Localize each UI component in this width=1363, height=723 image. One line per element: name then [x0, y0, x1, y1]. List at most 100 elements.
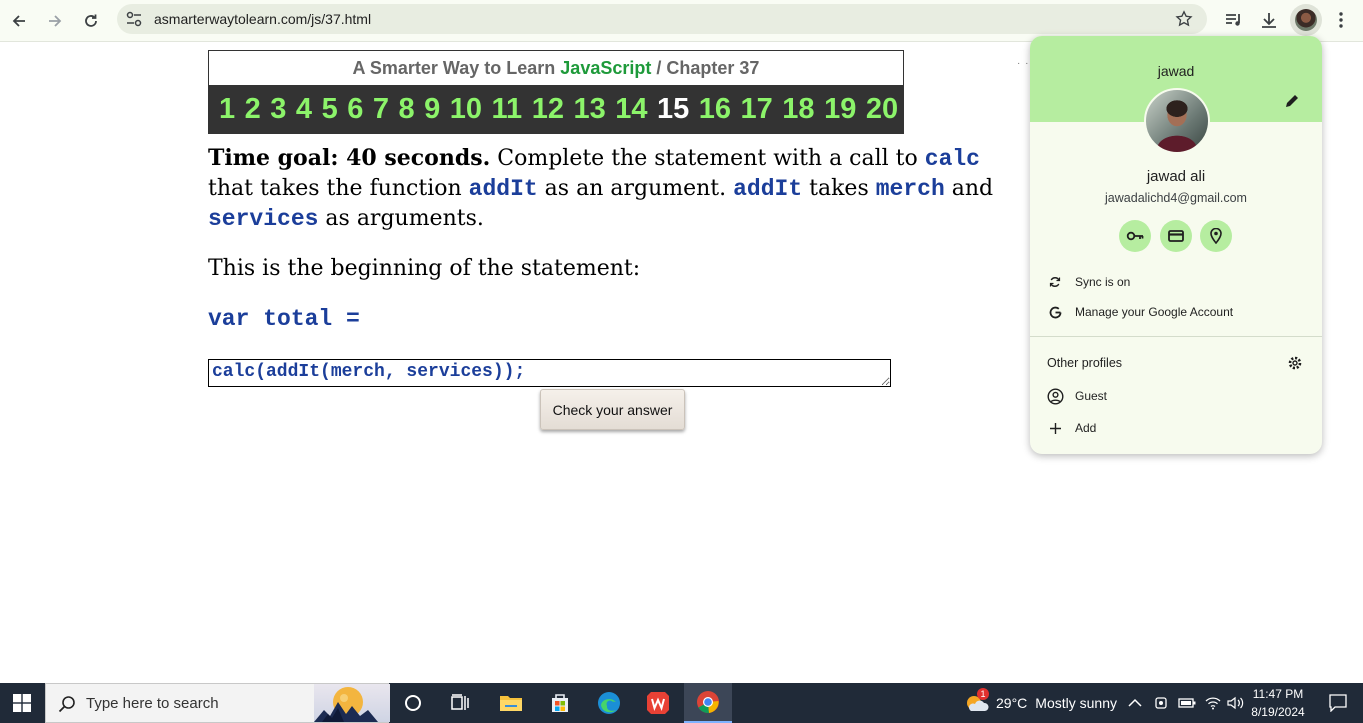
- profile-photo: [1144, 88, 1210, 154]
- meet-now-icon[interactable]: [1154, 695, 1168, 711]
- chapter-link[interactable]: 14: [615, 93, 647, 126]
- start-button[interactable]: [0, 683, 44, 723]
- key-icon: [1126, 231, 1144, 241]
- folder-icon: [500, 696, 522, 711]
- clock-date: 8/19/2024: [1251, 705, 1305, 719]
- add-profile-label: Add: [1075, 421, 1097, 435]
- manage-account-row[interactable]: Manage your Google Account: [1046, 300, 1306, 324]
- notifications-button[interactable]: [1318, 683, 1358, 723]
- reload-button[interactable]: [78, 8, 104, 34]
- other-profiles-heading: Other profiles: [1047, 356, 1123, 370]
- chapter-link[interactable]: 6: [347, 93, 363, 126]
- microsoft-store-button[interactable]: [536, 683, 584, 723]
- search-icon: [58, 696, 75, 713]
- instruction-text: takes: [802, 176, 876, 201]
- battery-icon[interactable]: [1178, 697, 1196, 709]
- sync-status-label: Sync is on: [1075, 275, 1131, 289]
- temperature: 29°C: [996, 695, 1028, 711]
- gear-icon[interactable]: [1286, 354, 1304, 372]
- weather-icon: 1: [965, 688, 989, 715]
- code-services: services: [208, 206, 319, 232]
- instruction-text: as arguments.: [318, 206, 484, 231]
- windows-logo-icon: [13, 694, 31, 712]
- forward-button[interactable]: [42, 8, 68, 34]
- url-text[interactable]: asmarterwaytolearn.com/js/37.html: [154, 11, 371, 27]
- chapter-link[interactable]: 18: [782, 93, 814, 126]
- chapter-link[interactable]: 4: [296, 93, 312, 126]
- time-goal: Time goal: 40 seconds.: [208, 145, 491, 171]
- chapter-link[interactable]: 2: [245, 93, 261, 126]
- sync-status-row[interactable]: Sync is on: [1046, 270, 1306, 294]
- wifi-icon[interactable]: [1205, 696, 1221, 710]
- site-info-icon[interactable]: [125, 11, 143, 27]
- location-icon: [1210, 228, 1222, 244]
- notification-icon: [1329, 694, 1347, 712]
- chapter-link[interactable]: 10: [450, 93, 482, 126]
- chapter-link[interactable]: 19: [824, 93, 856, 126]
- manage-account-label: Manage your Google Account: [1075, 305, 1234, 319]
- chapter-link[interactable]: 16: [699, 93, 731, 126]
- profile-full-name: jawad ali: [1146, 168, 1206, 185]
- address-bar[interactable]: asmarterwaytolearn.com/js/37.html: [117, 4, 1207, 34]
- chapter-title-separator: /: [656, 58, 662, 78]
- check-answer-button[interactable]: Check your answer: [540, 389, 685, 430]
- statement-start-code: var total =: [208, 306, 360, 332]
- chrome-taskbar-button[interactable]: [684, 683, 732, 723]
- chapter-link-current[interactable]: 15: [657, 93, 689, 126]
- guest-profile-row[interactable]: Guest: [1046, 384, 1306, 408]
- bookmark-star-icon[interactable]: [1175, 10, 1193, 28]
- guest-label: Guest: [1075, 389, 1108, 403]
- instruction-text: and: [944, 176, 994, 201]
- downloads-button[interactable]: [1257, 8, 1281, 32]
- sync-icon: [1046, 273, 1064, 291]
- edge-button[interactable]: [585, 683, 633, 723]
- system-tray: [1128, 683, 1245, 723]
- task-view-button[interactable]: [437, 683, 485, 723]
- chapter-link[interactable]: 13: [573, 93, 605, 126]
- code-calc: calc: [924, 146, 980, 172]
- reload-icon: [85, 14, 97, 27]
- add-profile-row[interactable]: Add: [1046, 416, 1306, 440]
- chapter-link[interactable]: 9: [424, 93, 440, 126]
- profile-email: jawadalichd4@gmail.com: [1105, 191, 1247, 205]
- wps-office-button[interactable]: [634, 683, 682, 723]
- chapter-link[interactable]: 7: [373, 93, 389, 126]
- file-explorer-button[interactable]: [487, 683, 535, 723]
- browser-menu-button[interactable]: [1329, 8, 1353, 32]
- addresses-button[interactable]: [1200, 220, 1232, 252]
- google-g-icon: [1046, 303, 1064, 321]
- avatar: [1295, 9, 1317, 31]
- taskbar-search[interactable]: Type here to search: [45, 683, 390, 723]
- download-icon: [1262, 13, 1276, 28]
- code-addit: addIt: [733, 176, 803, 202]
- chapter-link[interactable]: 3: [270, 93, 286, 126]
- chapter-link[interactable]: 11: [492, 93, 523, 126]
- back-button[interactable]: [6, 8, 32, 34]
- answer-textarea[interactable]: [208, 359, 891, 387]
- wps-icon: [647, 692, 669, 714]
- chapter-link[interactable]: 12: [532, 93, 564, 126]
- taskbar-clock[interactable]: 11:47 PM 8/19/2024: [1240, 685, 1316, 721]
- chapter-link[interactable]: 8: [398, 93, 414, 126]
- instruction-text: as an argument.: [537, 176, 734, 201]
- passwords-button[interactable]: [1119, 220, 1151, 252]
- chevron-up-icon[interactable]: [1128, 698, 1142, 708]
- chapter-title-brand: JavaScript: [560, 58, 652, 78]
- pencil-icon[interactable]: [1283, 92, 1301, 110]
- search-placeholder[interactable]: Type here to search: [86, 695, 219, 712]
- edge-icon: [598, 692, 620, 714]
- chapter-link[interactable]: 1: [219, 93, 235, 126]
- forward-arrow-icon: [49, 15, 62, 27]
- profile-avatar-button[interactable]: [1290, 4, 1322, 36]
- exercise-instructions: Time goal: 40 seconds. Complete the stat…: [208, 144, 1008, 234]
- account-circle-icon: [1046, 387, 1064, 405]
- profile-menu: jawad jawad ali jawadalichd4@gmail.com S…: [1030, 36, 1322, 454]
- chapter-link[interactable]: 17: [741, 93, 773, 126]
- statement-intro: This is the beginning of the statement:: [208, 256, 641, 281]
- cortana-button[interactable]: [389, 683, 437, 723]
- chapter-link[interactable]: 5: [322, 93, 338, 126]
- weather-widget[interactable]: 1 29°C Mostly sunny: [965, 683, 1117, 723]
- media-queue-button[interactable]: [1222, 8, 1246, 32]
- chapter-link[interactable]: 20: [866, 93, 898, 126]
- payment-methods-button[interactable]: [1160, 220, 1192, 252]
